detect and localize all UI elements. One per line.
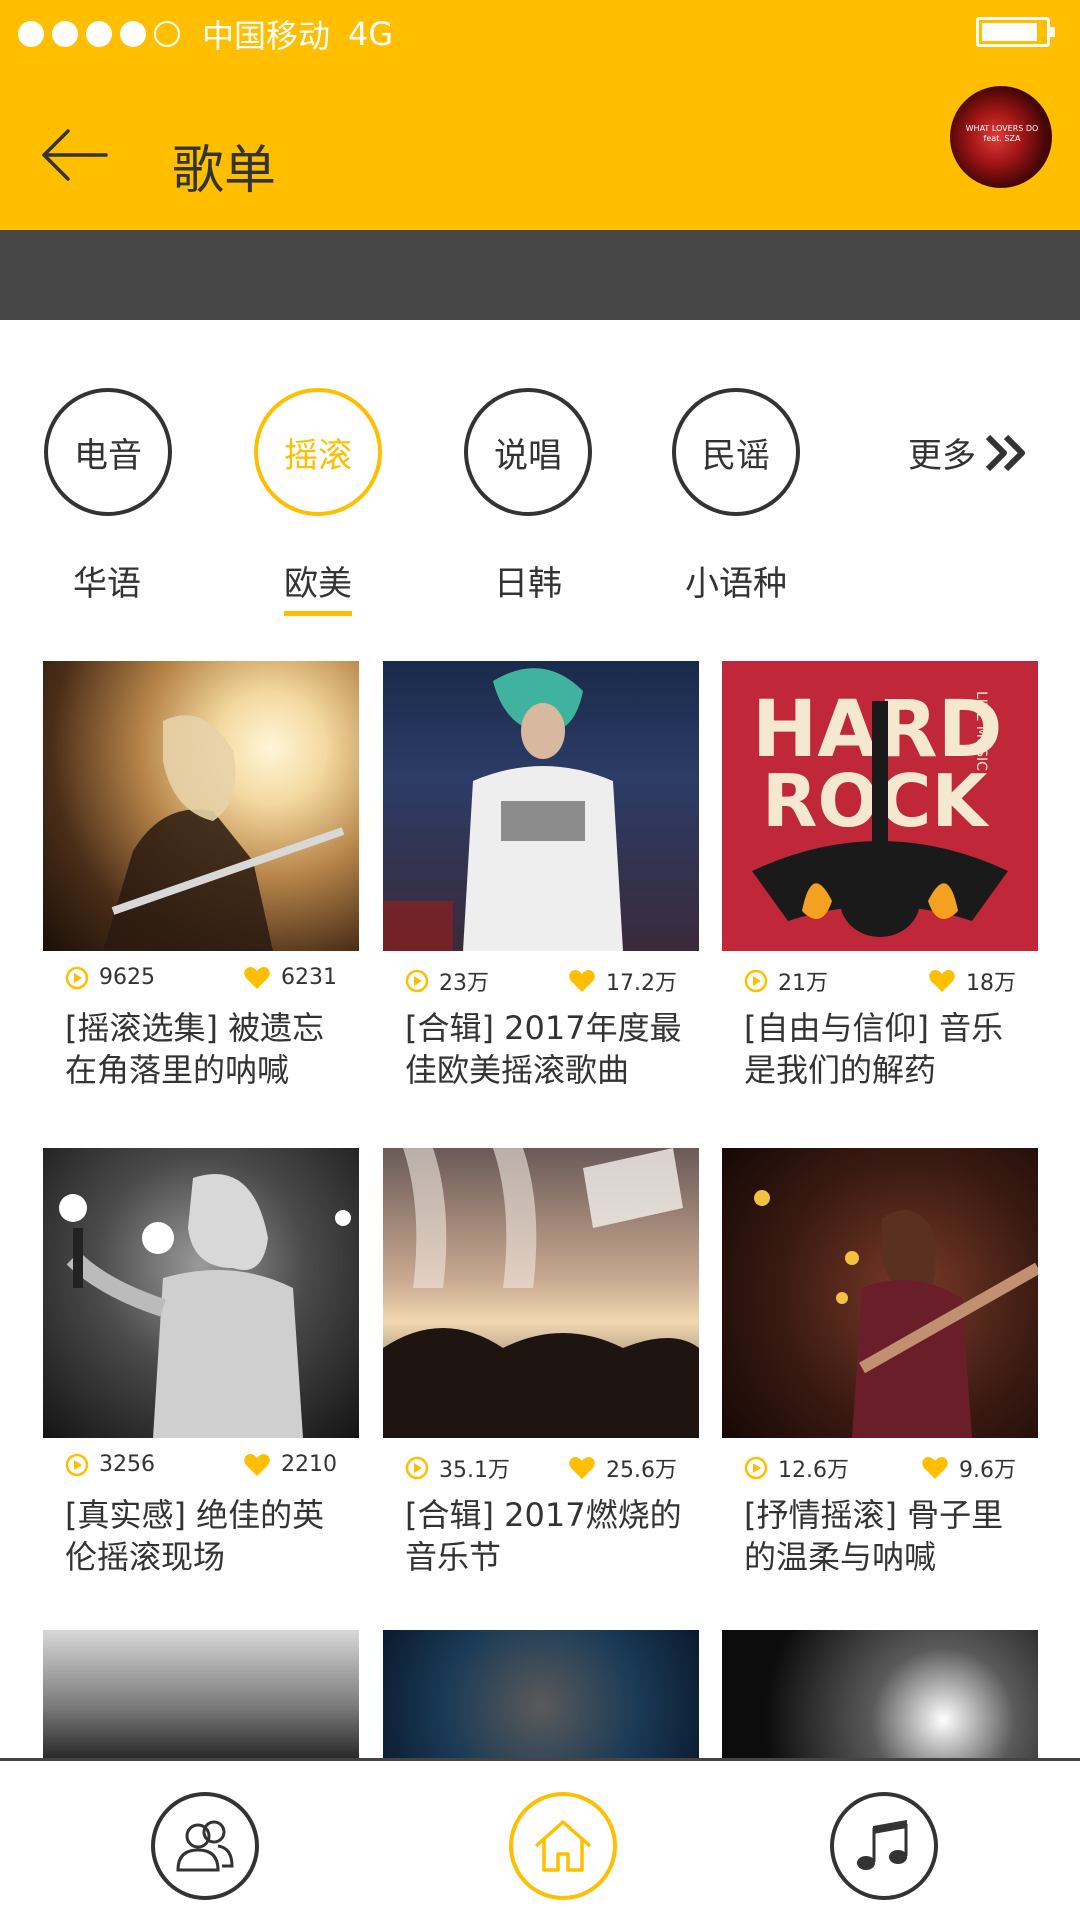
music-note-icon: [857, 1820, 908, 1870]
play-icon: [65, 966, 89, 989]
cover-text-side: LIVE MUSIC: [973, 691, 989, 771]
playlist-card[interactable]: 23万 17.2万 [合辑] 2017年度最 佳欧美摇滚歌曲: [383, 661, 699, 1091]
nav-music-button[interactable]: [830, 1792, 938, 1900]
battery-icon: [976, 17, 1055, 47]
signal-dot: [52, 21, 78, 47]
top-bar: 中国移动 4G 歌单 WHAT LOVERS DO feat. SZA: [0, 0, 1080, 230]
nav-home-button[interactable]: [509, 1792, 617, 1900]
playlist-cover[interactable]: [383, 1148, 699, 1438]
heart-icon: [244, 966, 270, 989]
album-art-text: WHAT LOVERS DO feat. SZA: [965, 124, 1039, 143]
playlist-cover[interactable]: HARD ROCK LIVE MUSIC: [722, 661, 1038, 951]
heart-icon: [569, 970, 595, 992]
genre-folk[interactable]: 民谣: [672, 388, 800, 516]
genre-electronic[interactable]: 电音: [44, 388, 172, 516]
playlist-title: [合辑] 2017年度最 佳欧美摇滚歌曲: [405, 1009, 682, 1089]
play-count: 3256: [65, 1452, 155, 1477]
signal-dot: [154, 21, 180, 47]
heart-icon: [929, 970, 955, 992]
playlist-title: [合辑] 2017燃烧的 音乐节: [405, 1496, 682, 1576]
signal-dot: [18, 21, 44, 47]
play-icon: [744, 969, 768, 993]
play-icon: [744, 1456, 768, 1480]
play-icon: [405, 969, 429, 993]
play-count: 23万: [405, 965, 489, 997]
playlist-title: [真实感] 绝佳的英 伦摇滚现场: [65, 1496, 325, 1576]
tab-other-languages[interactable]: 小语种: [685, 556, 787, 605]
like-count: 2210: [243, 1452, 337, 1477]
playlist-cover[interactable]: [383, 1630, 699, 1758]
guitarist-photo: [103, 715, 345, 951]
more-genres-link[interactable]: 更多: [908, 428, 1030, 477]
play-count: 9625: [65, 965, 155, 990]
double-chevron-right-icon: [985, 434, 1025, 471]
heart-icon: [569, 1457, 595, 1479]
tattooed-woman-photo: [383, 668, 623, 951]
status-bar: 中国移动 4G: [18, 14, 394, 55]
like-count: 17.2万: [568, 965, 677, 997]
playlist-card[interactable]: 9625 6231 [摇滚选集] 被遗忘 在角落里的呐喊: [43, 661, 359, 1091]
play-count: 12.6万: [744, 1452, 849, 1484]
tab-western[interactable]: 欧美: [284, 556, 352, 616]
playlist-card[interactable]: HARD ROCK LIVE MUSIC 21万 18万 [自由与信仰] 音乐 …: [722, 661, 1038, 1091]
playlist-cover[interactable]: [43, 1148, 359, 1438]
now-playing-album-button[interactable]: WHAT LOVERS DO feat. SZA: [950, 86, 1052, 188]
home-icon: [534, 1820, 592, 1872]
signal-dot: [86, 21, 112, 47]
carrier-name: 中国移动: [202, 17, 331, 55]
stage-guitarist-photo: [754, 1190, 1038, 1438]
playlist-title: [抒情摇滚] 骨子里 的温柔与呐喊: [744, 1496, 1004, 1576]
banner-strip: [0, 230, 1080, 320]
like-count: 18万: [928, 965, 1016, 997]
network-type: 4G: [348, 15, 394, 53]
like-count: 25.6万: [568, 1452, 677, 1484]
hard-rock-poster: HARD ROCK LIVE MUSIC: [752, 685, 1008, 937]
playlist-card[interactable]: 35.1万 25.6万 [合辑] 2017燃烧的 音乐节: [383, 1148, 699, 1578]
play-icon: [405, 1456, 429, 1480]
playlist-title: [摇滚选集] 被遗忘 在角落里的呐喊: [65, 1009, 325, 1089]
more-label: 更多: [908, 436, 976, 476]
heart-icon: [922, 1457, 948, 1479]
tab-japan-korea[interactable]: 日韩: [494, 556, 562, 605]
playlist-cover[interactable]: [43, 661, 359, 951]
back-arrow-icon[interactable]: [40, 125, 110, 185]
playlist-cover[interactable]: [722, 1148, 1038, 1438]
playlist-cover[interactable]: [383, 661, 699, 951]
playlist-card[interactable]: 3256 2210 [真实感] 绝佳的英 伦摇滚现场: [43, 1148, 359, 1578]
tab-chinese[interactable]: 华语: [73, 556, 141, 605]
page-title: 歌单: [172, 141, 277, 201]
playlist-cover[interactable]: [722, 1630, 1038, 1758]
signal-dot: [120, 21, 146, 47]
like-count: 9.6万: [921, 1452, 1016, 1484]
singer-photo: [59, 1174, 351, 1438]
play-icon: [65, 1453, 89, 1476]
like-count: 6231: [243, 965, 337, 990]
genre-rap[interactable]: 说唱: [464, 388, 592, 516]
nav-friends-button[interactable]: [151, 1792, 259, 1900]
genre-rock[interactable]: 摇滚: [254, 388, 382, 516]
playlist-cover[interactable]: [43, 1630, 359, 1758]
playlist-title: [自由与信仰] 音乐 是我们的解药: [744, 1009, 1004, 1089]
bottom-nav: [0, 1758, 1080, 1920]
festival-crowd-photo: [383, 1148, 699, 1438]
play-count: 21万: [744, 965, 828, 997]
heart-icon: [244, 1453, 270, 1476]
play-count: 35.1万: [405, 1452, 510, 1484]
playlist-card[interactable]: 12.6万 9.6万 [抒情摇滚] 骨子里 的温柔与呐喊: [722, 1148, 1038, 1578]
friends-icon: [176, 1820, 234, 1872]
